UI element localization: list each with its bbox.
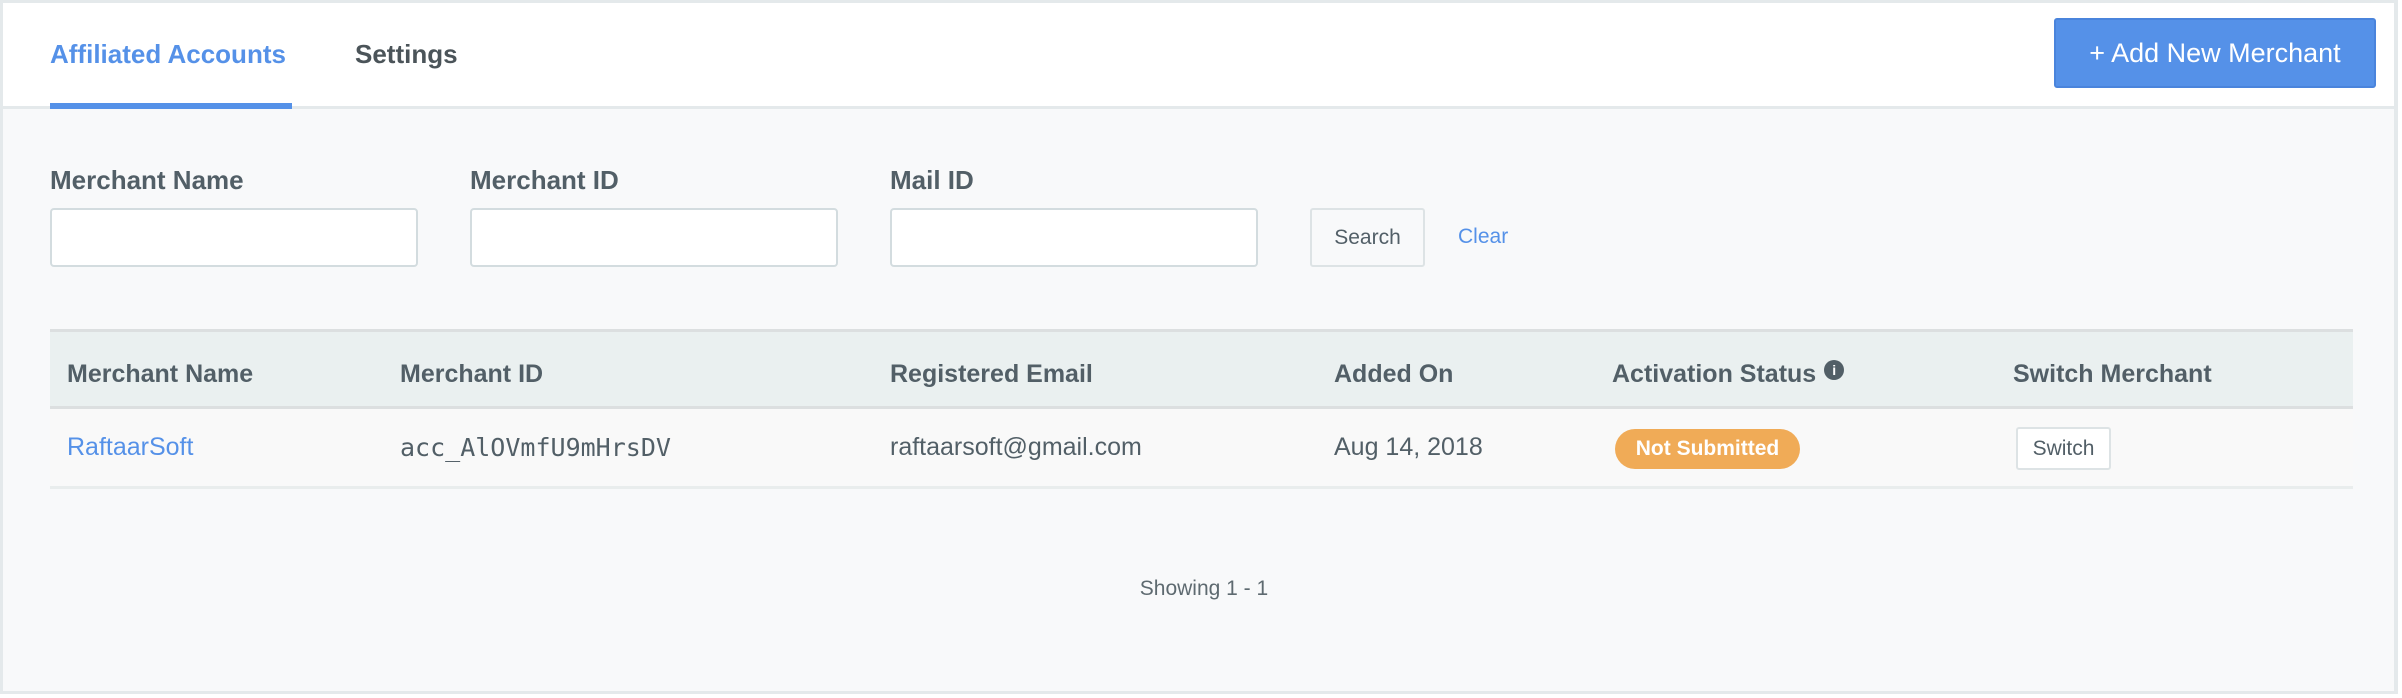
- column-header: Added On: [1334, 360, 1454, 388]
- mail-id-input[interactable]: [890, 208, 1258, 267]
- affiliated-accounts-panel: Affiliated Accounts Settings + Add New M…: [0, 0, 2398, 694]
- search-button[interactable]: Search: [1310, 208, 1425, 267]
- merchant-id-input[interactable]: [470, 208, 838, 267]
- add-new-merchant-button[interactable]: + Add New Merchant: [2054, 18, 2376, 88]
- tab-affiliated-accounts[interactable]: Affiliated Accounts: [50, 39, 286, 70]
- info-circle-icon[interactable]: i: [1824, 359, 1845, 380]
- table-row: RaftaarSoft acc_AlOVmfU9mHrsDV raftaarso…: [50, 409, 2353, 489]
- column-header: Merchant ID: [400, 360, 544, 388]
- merchant-name-link[interactable]: RaftaarSoft: [67, 433, 193, 462]
- column-header: Switch Merchant: [2013, 360, 2212, 388]
- tab-bar: Affiliated Accounts Settings + Add New M…: [3, 3, 2394, 109]
- status-badge: Not Submitted: [1615, 429, 1800, 469]
- clear-link[interactable]: Clear: [1458, 225, 1508, 249]
- column-header-activation-status: Activation Status i: [1612, 359, 1845, 389]
- merchant-id-label: Merchant ID: [470, 165, 619, 195]
- column-header: Merchant Name: [67, 360, 254, 388]
- tab-settings[interactable]: Settings: [355, 39, 458, 70]
- column-header: Registered Email: [890, 360, 1093, 388]
- mail-id-label: Mail ID: [890, 165, 974, 195]
- active-tab-indicator: [50, 103, 292, 109]
- added-on-cell: Aug 14, 2018: [1334, 433, 1483, 461]
- column-header-label: Activation Status: [1612, 360, 1817, 388]
- pagination-summary: Showing 1 - 1: [1139, 577, 1269, 600]
- merchant-name-input[interactable]: [50, 208, 418, 267]
- table-header: Merchant Name Merchant ID Registered Ema…: [50, 329, 2353, 409]
- registered-email-cell: raftaarsoft@gmail.com: [890, 433, 1142, 461]
- merchant-id-cell: acc_AlOVmfU9mHrsDV: [400, 433, 671, 462]
- merchant-name-label: Merchant Name: [50, 165, 244, 195]
- switch-merchant-button[interactable]: Switch: [2016, 427, 2111, 470]
